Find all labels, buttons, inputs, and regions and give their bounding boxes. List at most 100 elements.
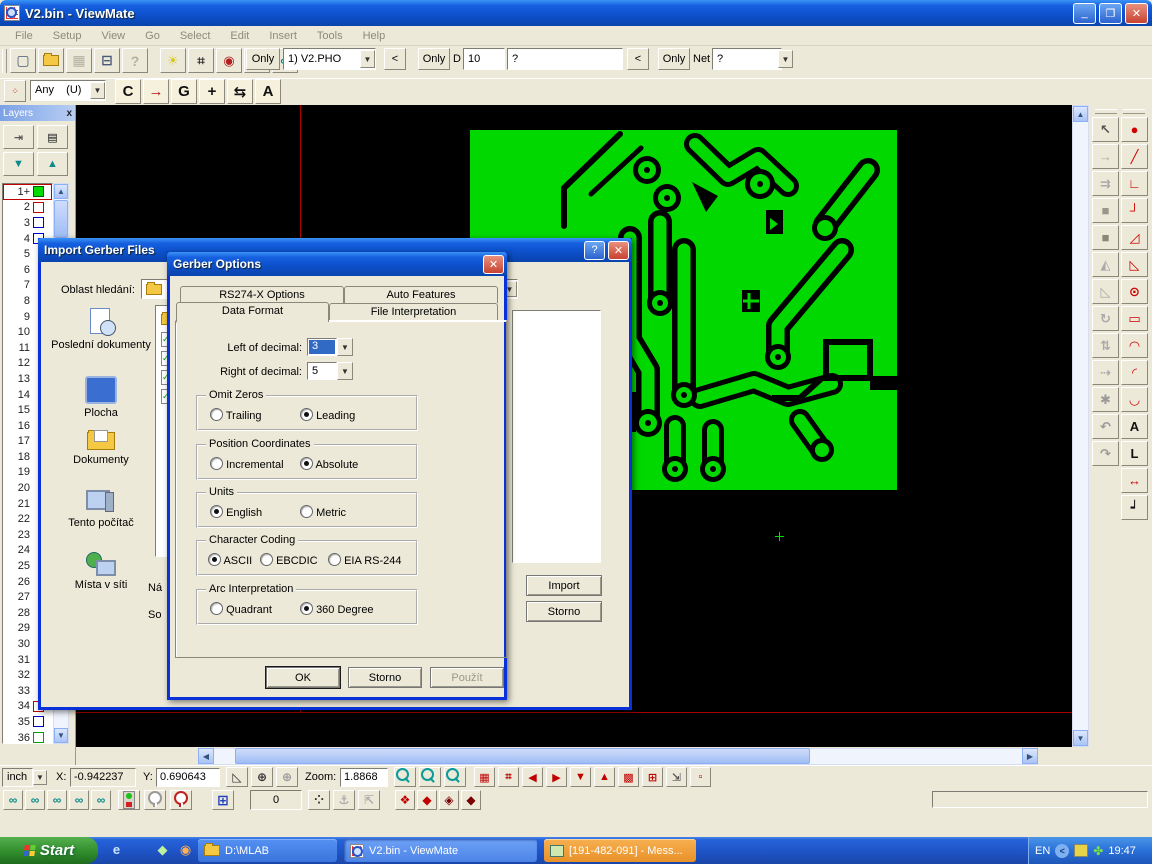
left-of-decimal-arrow-icon[interactable]: ▼ xyxy=(337,338,353,356)
scroll-down-icon[interactable]: ▼ xyxy=(1073,730,1088,746)
place-my-network[interactable]: Místa v síti xyxy=(49,552,153,591)
firefox-icon[interactable]: ◉ xyxy=(177,840,194,859)
layers-scroll-thumb[interactable] xyxy=(54,200,68,238)
menu-item[interactable]: Select xyxy=(171,28,220,44)
dcode-prev-button[interactable]: < xyxy=(627,48,649,70)
large-aperture-button[interactable]: ■ xyxy=(1092,225,1119,250)
dcode-query-field[interactable]: ? xyxy=(507,48,623,70)
dcode-goto-button[interactable]: G xyxy=(171,79,197,104)
menu-item[interactable]: Setup xyxy=(44,28,91,44)
open-file-button[interactable] xyxy=(38,48,64,73)
highlight-pad-button[interactable]: ◆ xyxy=(417,790,437,810)
rotate-button[interactable]: ↻ xyxy=(1092,306,1119,331)
examine-lines-button[interactable]: ∞ xyxy=(25,790,45,810)
pan-up-button[interactable]: ▲ xyxy=(594,767,615,787)
draw-arc-button[interactable]: ◠ xyxy=(1121,333,1148,358)
examine-pads-button[interactable]: ∞ xyxy=(47,790,67,810)
undo-button[interactable]: ↶ xyxy=(1092,414,1119,439)
right-of-decimal-combo[interactable]: 5 xyxy=(307,362,337,380)
place-documents[interactable]: Dokumenty xyxy=(49,432,153,466)
examine-all-button[interactable]: ∞ xyxy=(3,790,23,810)
layer-row[interactable]: 36 xyxy=(3,730,52,744)
radio-label[interactable]: 360 Degree xyxy=(316,604,374,616)
minimize-button[interactable]: _ xyxy=(1073,3,1096,24)
probe-button[interactable]: ⊕ xyxy=(276,767,298,787)
layer-row[interactable]: 3 xyxy=(3,215,52,231)
print-button[interactable]: ⊟ xyxy=(94,48,120,73)
only-net-button[interactable]: Only xyxy=(658,48,690,70)
grid-coarse-button[interactable]: ▩ xyxy=(618,767,639,787)
move-layer-down-button[interactable]: ▼ xyxy=(3,152,34,176)
radio-leading[interactable] xyxy=(300,408,313,421)
draw-corner-button[interactable]: ┘ xyxy=(1121,198,1148,223)
highlight-small-button[interactable]: ◆ xyxy=(461,790,481,810)
notes-tray-icon[interactable] xyxy=(1074,844,1088,857)
radio-ebcdic[interactable] xyxy=(260,553,273,566)
import-dialog-help-button[interactable]: ? xyxy=(584,241,605,260)
menu-item[interactable]: Tools xyxy=(308,28,352,44)
only-dcode-button[interactable]: Only xyxy=(418,48,450,70)
ok-button[interactable]: OK xyxy=(266,667,340,688)
menu-item[interactable]: Edit xyxy=(221,28,258,44)
clock[interactable]: 19:47 xyxy=(1108,845,1136,857)
right-of-decimal-arrow-icon[interactable]: ▼ xyxy=(337,362,353,380)
only-layer-button[interactable]: Only xyxy=(246,48,280,70)
layer-table-button[interactable]: ▤ xyxy=(37,125,68,149)
dcode-cross-button[interactable]: + xyxy=(199,79,225,104)
task-button-viewmate[interactable]: V2.bin - ViewMate xyxy=(344,839,537,862)
lamp-on-button[interactable] xyxy=(170,790,192,810)
vector-snap-button[interactable]: ⇱ xyxy=(358,790,380,810)
radio-trailing[interactable] xyxy=(210,408,223,421)
step-repeat-button[interactable]: ⇢ xyxy=(1092,360,1119,385)
draw-line-button[interactable]: ╱ xyxy=(1121,144,1148,169)
layer-color-swatch[interactable] xyxy=(33,217,44,228)
new-file-button[interactable]: ▢ xyxy=(10,48,36,73)
dcode-value-field[interactable]: 10 xyxy=(463,48,505,70)
small-aperture-button[interactable]: ■ xyxy=(1092,198,1119,223)
flash-view-button[interactable]: ☀ xyxy=(160,48,186,73)
draw-outline-text-button[interactable]: L xyxy=(1121,441,1148,466)
menu-item[interactable]: Help xyxy=(354,28,395,44)
tab-rs274x-options[interactable]: RS274-X Options xyxy=(180,286,344,303)
canvas-vscrollbar[interactable]: ▲ ▼ xyxy=(1072,105,1089,747)
gerber-cancel-button[interactable]: Storno xyxy=(348,667,422,688)
radio-absolute[interactable] xyxy=(300,457,313,470)
transform-button[interactable]: ↷ xyxy=(1092,441,1119,466)
scroll-left-icon[interactable]: ◀ xyxy=(198,748,214,764)
radio-metric[interactable] xyxy=(300,505,313,518)
import-cancel-button[interactable]: Storno xyxy=(526,601,602,622)
traffic-light-button[interactable] xyxy=(118,790,140,810)
radio-english[interactable] xyxy=(210,505,223,518)
origin-button[interactable]: ⊕ xyxy=(251,767,273,787)
place-recent-documents[interactable]: Poslední dokumenty xyxy=(49,308,153,351)
zoom-in-button[interactable] xyxy=(394,767,416,787)
layer-color-swatch[interactable] xyxy=(33,202,44,213)
draw-text-button[interactable]: A xyxy=(1121,414,1148,439)
grid-fine-button[interactable]: ⊞ xyxy=(642,767,663,787)
radio-ascii[interactable] xyxy=(208,553,221,566)
aperture-filter-button[interactable]: ⁘ xyxy=(4,80,26,102)
tab-data-format[interactable]: Data Format xyxy=(176,302,329,322)
net-combo-arrow-icon[interactable]: ▼ xyxy=(778,50,793,68)
select-cursor-button[interactable]: ↖ xyxy=(1092,117,1119,142)
radio-label[interactable]: English xyxy=(226,507,262,519)
grid-snap-button[interactable]: ▦ xyxy=(474,767,495,787)
layer-color-swatch[interactable] xyxy=(33,186,44,197)
task-button-mlab[interactable]: D:\MLAB xyxy=(198,839,337,862)
layers-panel-titlebar[interactable]: Layers x xyxy=(0,105,75,121)
place-my-computer[interactable]: Tento počítač xyxy=(49,490,153,529)
radio-label[interactable]: ASCII xyxy=(223,555,252,567)
radio-label[interactable]: Quadrant xyxy=(226,604,272,616)
layer-combo-arrow-icon[interactable]: ▼ xyxy=(360,50,375,68)
layers-panel-close-icon[interactable]: x xyxy=(66,108,72,119)
radio-label[interactable]: EBCDIC xyxy=(276,555,318,567)
left-of-decimal-combo[interactable]: 3 xyxy=(307,338,337,356)
place-desktop[interactable]: Plocha xyxy=(49,376,153,419)
radio-label[interactable]: Trailing xyxy=(226,410,262,422)
menu-item[interactable]: Insert xyxy=(260,28,306,44)
net-combo[interactable]: ? xyxy=(712,48,782,70)
save-button[interactable]: ▦ xyxy=(66,48,92,73)
internet-explorer-icon[interactable]: e xyxy=(108,840,125,859)
aperture-combo-arrow-icon[interactable]: ▼ xyxy=(90,82,105,99)
anchor-button[interactable]: ⚓ xyxy=(333,790,355,810)
